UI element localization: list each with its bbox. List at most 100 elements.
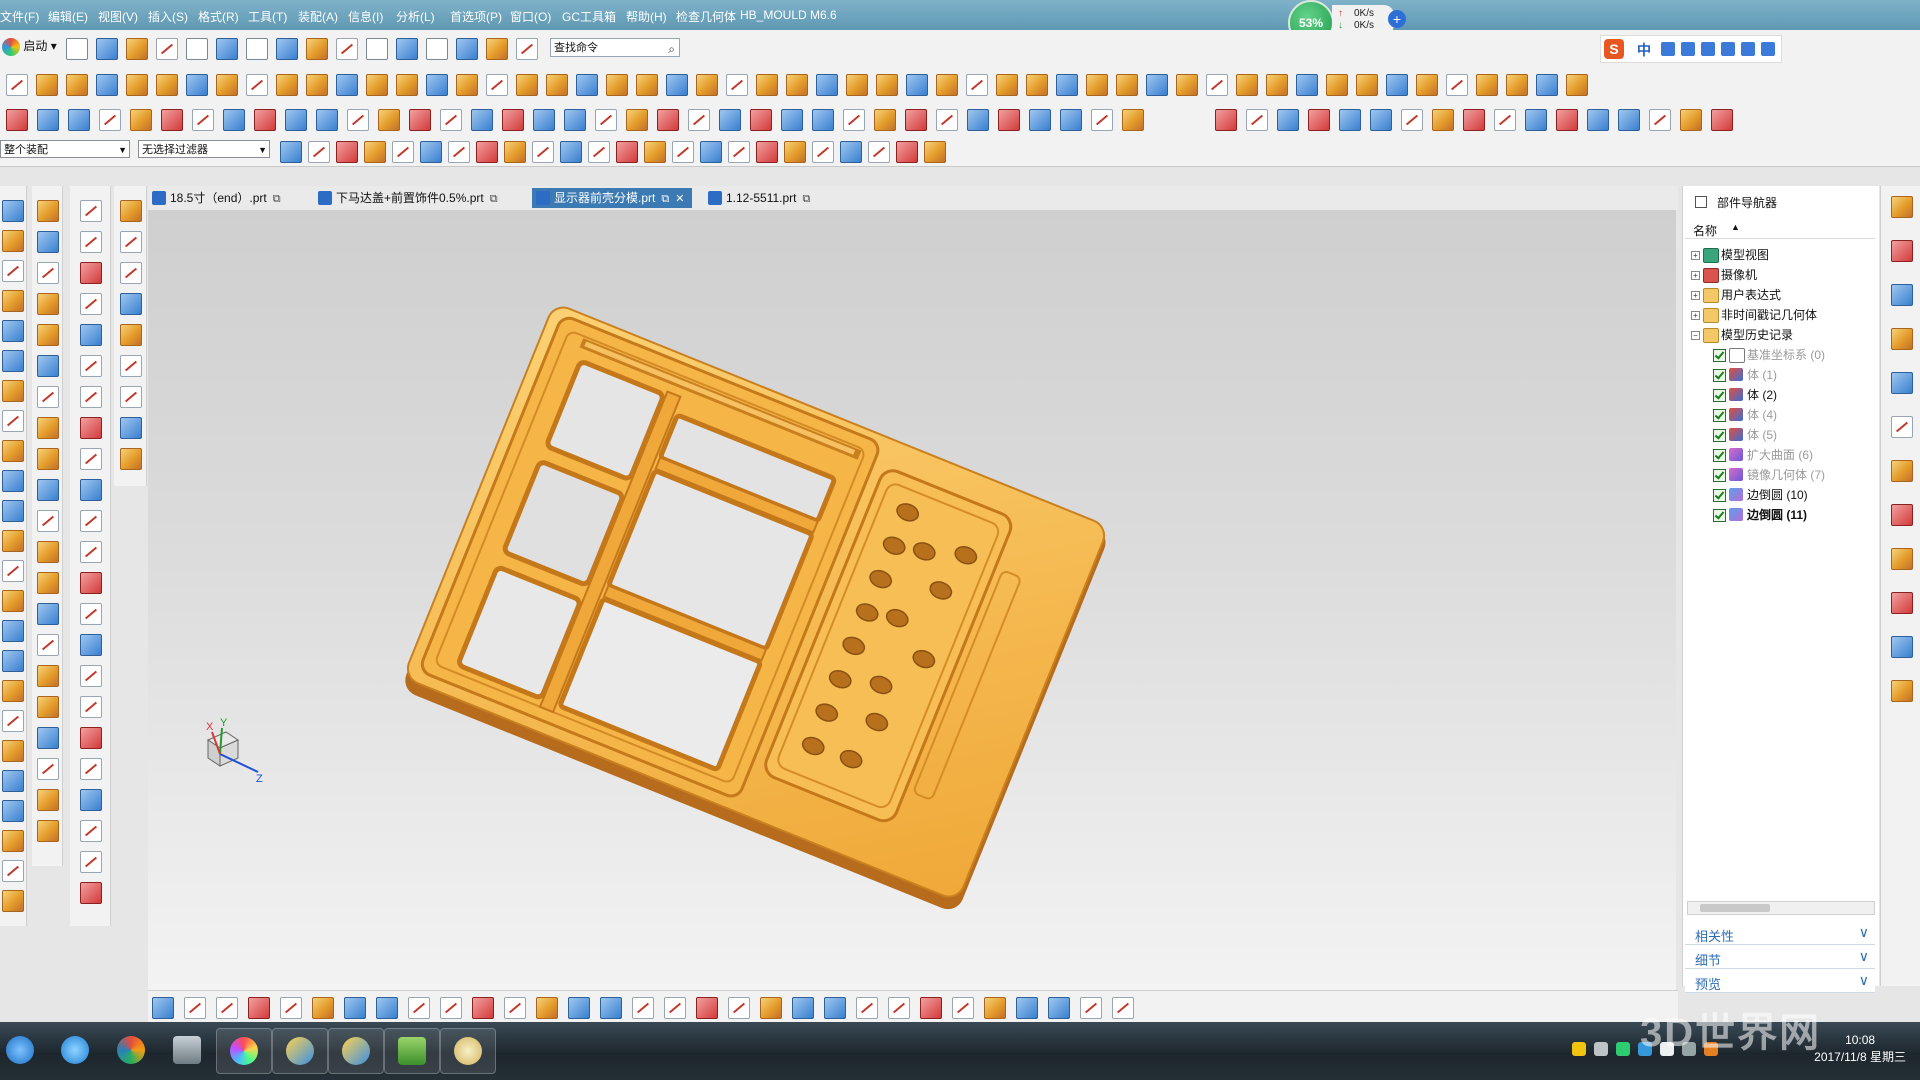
toolbar-tool-icon[interactable] [1370, 109, 1392, 131]
tree-node[interactable]: 镜像几何体 (7) [1691, 466, 1875, 484]
scrollbar-thumb[interactable] [1700, 904, 1770, 912]
visibility-checkbox[interactable] [1713, 449, 1726, 462]
palette-tool-icon[interactable] [1891, 372, 1913, 394]
visibility-checkbox[interactable] [1713, 489, 1726, 502]
palette-tool-icon[interactable] [1891, 460, 1913, 482]
toolbar-tool-icon[interactable] [68, 109, 90, 131]
tree-node[interactable]: + 用户表达式 [1691, 286, 1875, 304]
tab-pin-icon[interactable]: ⧉ [661, 193, 669, 205]
palette-tool-icon[interactable] [80, 231, 102, 253]
palette-tool-icon[interactable] [37, 665, 59, 687]
toolbar-tool-icon[interactable] [216, 74, 238, 96]
palette-tool-icon[interactable] [37, 572, 59, 594]
toolbar-tool-icon[interactable] [1401, 109, 1423, 131]
palette-tool-icon[interactable] [80, 293, 102, 315]
tree-node[interactable]: 扩大曲面 (6) [1691, 446, 1875, 464]
toolbar-tool-icon[interactable] [576, 74, 598, 96]
toolbar-tool-icon[interactable] [126, 74, 148, 96]
panel-details[interactable]: 细节 ∨ [1685, 948, 1875, 969]
tree-node[interactable]: 体 (1) [1691, 366, 1875, 384]
toolbar-tool-icon[interactable] [657, 109, 679, 131]
collapse-icon[interactable]: − [1691, 331, 1700, 340]
tree-node[interactable]: 边倒圆 (10) [1691, 486, 1875, 504]
taskbar-ie[interactable] [48, 1028, 102, 1072]
palette-tool-icon[interactable] [120, 231, 142, 253]
toolbar-tool-icon[interactable] [1386, 74, 1408, 96]
toolbar-tool-icon[interactable] [824, 997, 846, 1019]
tab-pin-icon[interactable]: ⧉ [803, 193, 811, 205]
toolbar-tool-icon[interactable] [1091, 109, 1113, 131]
palette-tool-icon[interactable] [37, 820, 59, 842]
palette-tool-icon[interactable] [120, 324, 142, 346]
palette-tool-icon[interactable] [2, 230, 24, 252]
toolbar-tool-icon[interactable] [36, 74, 58, 96]
toolbar-tool-icon[interactable] [1112, 997, 1134, 1019]
toolbar-tool-icon[interactable] [96, 38, 118, 60]
toolbar-tool-icon[interactable] [1122, 109, 1144, 131]
menu-item[interactable]: HB_MOULD M6.6 [740, 8, 837, 22]
toolbar-tool-icon[interactable] [440, 109, 462, 131]
toolbar-tool-icon[interactable] [156, 38, 178, 60]
tree-node[interactable]: 体 (2) [1691, 386, 1875, 404]
menu-item[interactable]: 信息(I) [348, 8, 383, 25]
toolbar-tool-icon[interactable] [504, 141, 526, 163]
menu-item[interactable]: 文件(F) [0, 8, 39, 25]
toolbar-tool-icon[interactable] [1618, 109, 1640, 131]
toolbar-tool-icon[interactable] [1026, 74, 1048, 96]
palette-tool-icon[interactable] [1891, 328, 1913, 350]
menu-item[interactable]: 编辑(E) [48, 8, 88, 25]
toolbar-tool-icon[interactable] [99, 109, 121, 131]
toolbar-tool-icon[interactable] [186, 38, 208, 60]
toolbar-tool-icon[interactable] [696, 997, 718, 1019]
toolbar-tool-icon[interactable] [846, 74, 868, 96]
toolbar-tool-icon[interactable] [66, 38, 88, 60]
chevron-down-icon[interactable]: ∨ [1859, 972, 1869, 989]
toolbar-tool-icon[interactable] [456, 74, 478, 96]
taskbar-app-3[interactable] [160, 1028, 214, 1072]
palette-tool-icon[interactable] [2, 470, 24, 492]
palette-tool-icon[interactable] [2, 740, 24, 762]
palette-tool-icon[interactable] [80, 820, 102, 842]
assembly-scope-select[interactable]: 整个装配 ▼ [0, 140, 130, 158]
toolbar-tool-icon[interactable] [888, 997, 910, 1019]
toolbar-tool-icon[interactable] [426, 38, 448, 60]
navigator-horizontal-scrollbar[interactable] [1687, 901, 1875, 915]
toolbar-tool-icon[interactable] [588, 141, 610, 163]
toolbar-tool-icon[interactable] [364, 141, 386, 163]
toolbar-tool-icon[interactable] [316, 109, 338, 131]
toolbar-tool-icon[interactable] [516, 38, 538, 60]
toolbar-tool-icon[interactable] [688, 109, 710, 131]
palette-tool-icon[interactable] [37, 541, 59, 563]
toolbar-tool-icon[interactable] [161, 109, 183, 131]
toolbar-tool-icon[interactable] [254, 109, 276, 131]
palette-tool-icon[interactable] [2, 410, 24, 432]
toolbar-tool-icon[interactable] [37, 109, 59, 131]
user-icon[interactable] [1721, 42, 1735, 56]
palette-tool-icon[interactable] [37, 200, 59, 222]
palette-tool-icon[interactable] [80, 758, 102, 780]
palette-tool-icon[interactable] [37, 696, 59, 718]
toolbar-tool-icon[interactable] [726, 74, 748, 96]
palette-tool-icon[interactable] [37, 448, 59, 470]
palette-tool-icon[interactable] [2, 260, 24, 282]
toolbar-tool-icon[interactable] [152, 997, 174, 1019]
palette-tool-icon[interactable] [37, 603, 59, 625]
tree-node[interactable]: − 模型历史记录 [1691, 326, 1875, 344]
toolbar-tool-icon[interactable] [1356, 74, 1378, 96]
menu-item[interactable]: 格式(R) [198, 8, 239, 25]
command-search-input[interactable]: 查找命令 ⌕ [550, 38, 680, 57]
toolbar-tool-icon[interactable] [920, 997, 942, 1019]
toolbar-tool-icon[interactable] [471, 109, 493, 131]
toolbar-tool-icon[interactable] [874, 109, 896, 131]
tray-app-icon[interactable] [1616, 1042, 1630, 1056]
toolbar-tool-icon[interactable] [66, 74, 88, 96]
expand-icon[interactable]: + [1691, 311, 1700, 320]
menu-item[interactable]: 分析(L) [396, 8, 435, 25]
toolbar-tool-icon[interactable] [392, 141, 414, 163]
palette-tool-icon[interactable] [37, 789, 59, 811]
palette-tool-icon[interactable] [2, 830, 24, 852]
toolbar-tool-icon[interactable] [781, 109, 803, 131]
toolbar-tool-icon[interactable] [366, 38, 388, 60]
palette-tool-icon[interactable] [1891, 504, 1913, 526]
toolbar-tool-icon[interactable] [606, 74, 628, 96]
